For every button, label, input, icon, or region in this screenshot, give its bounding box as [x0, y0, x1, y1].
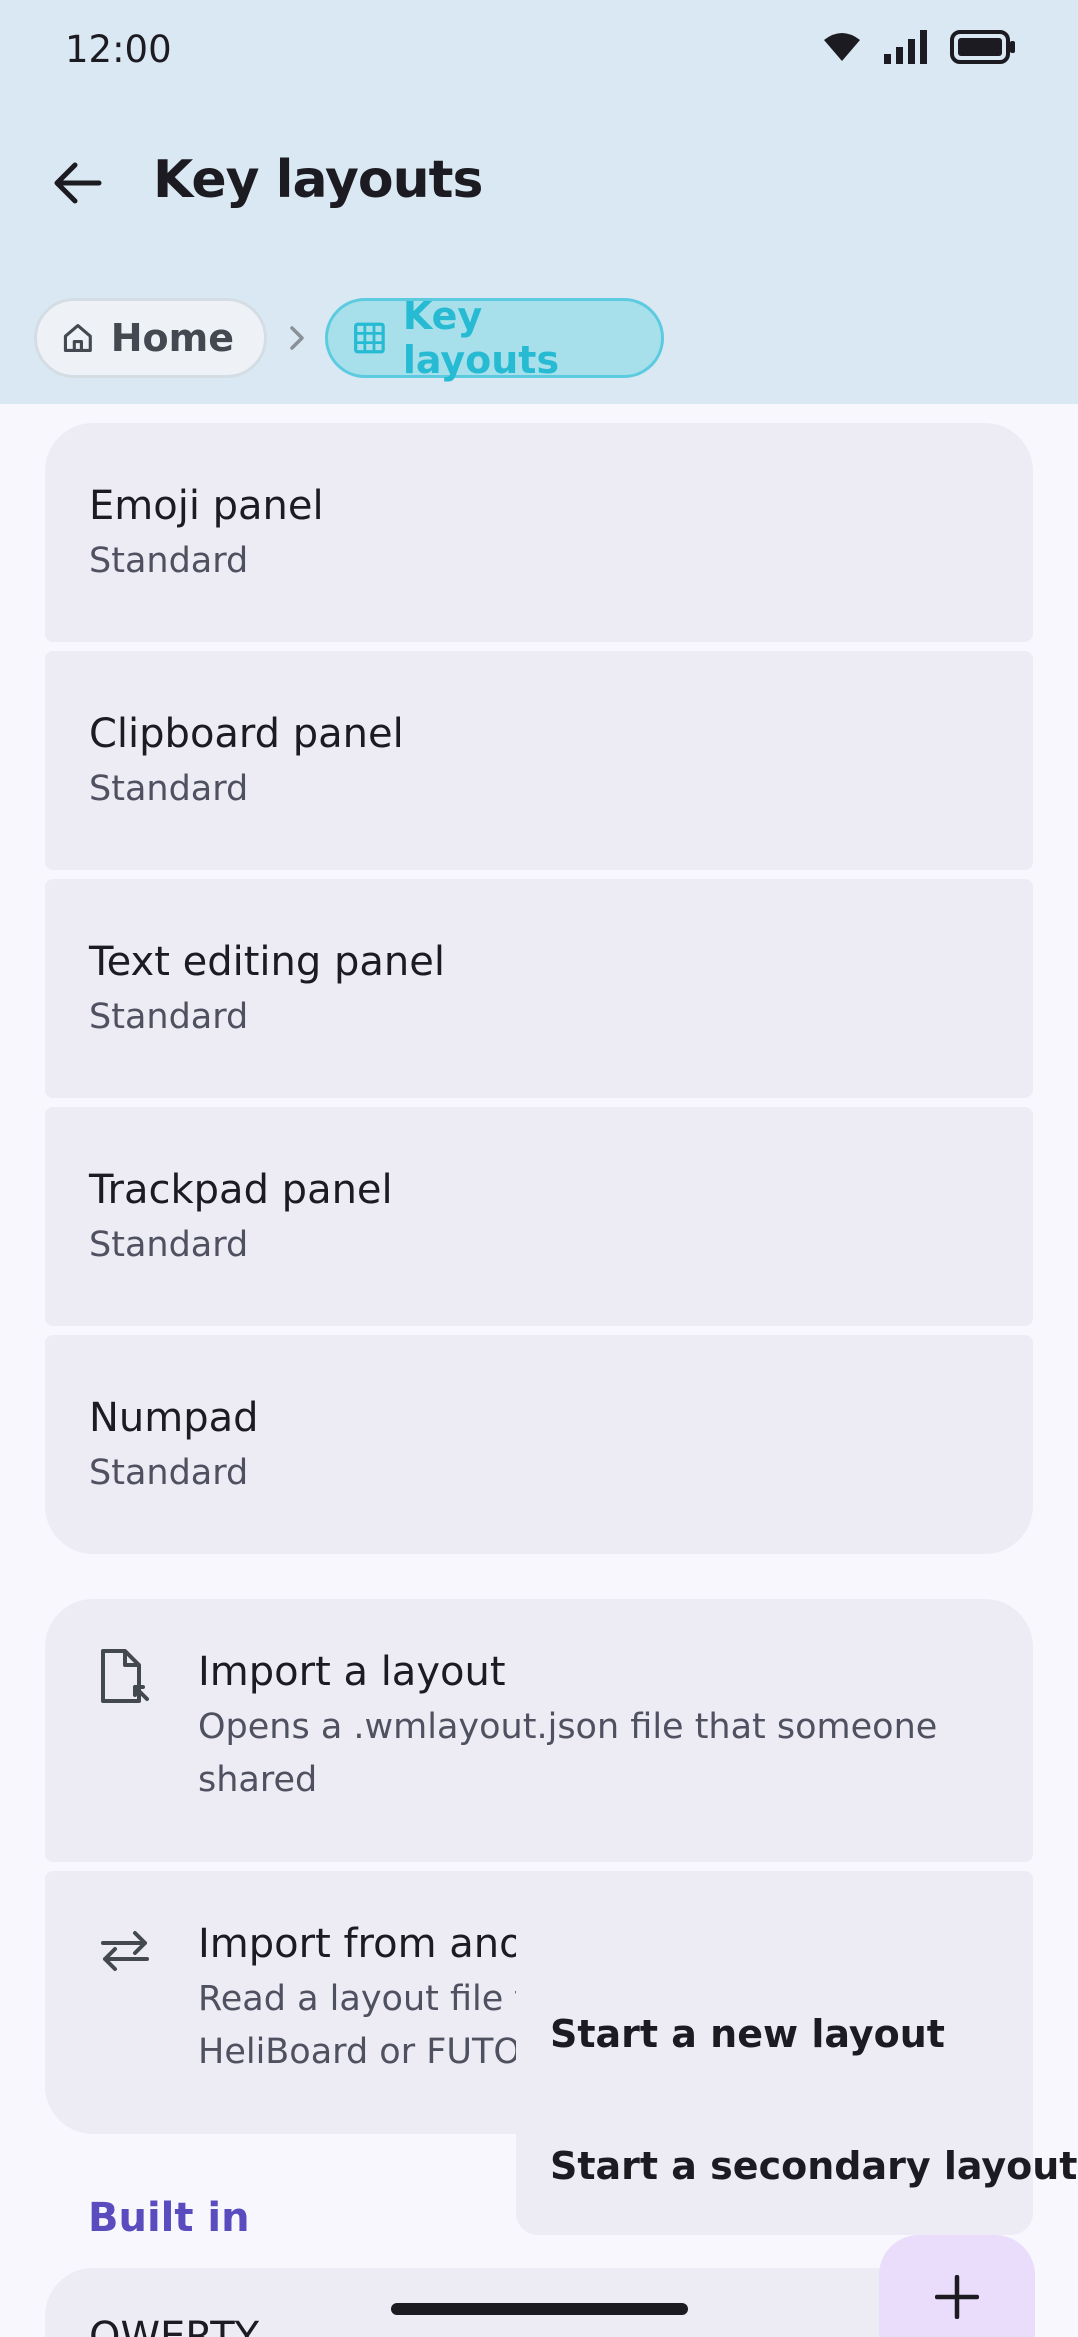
list-item-subtitle: Standard — [89, 769, 249, 809]
home-indicator[interactable] — [391, 2303, 688, 2315]
import-layout-item[interactable]: Import a layout Opens a .wmlayout.json f… — [45, 1599, 1033, 1862]
wifi-icon — [824, 33, 860, 61]
add-icon — [935, 2275, 979, 2319]
section-header-built-in: Built in — [88, 2195, 250, 2241]
list-item-subtitle: Standard — [89, 1225, 249, 1265]
import-from-other-app-title: Import from ano — [198, 1921, 524, 1967]
add-layout-fab[interactable] — [879, 2235, 1035, 2337]
list-item-subtitle: Standard — [89, 1453, 249, 1493]
breadcrumb-home[interactable]: Home — [34, 298, 267, 378]
menu-item-start-secondary-layout[interactable]: Start a secondary layout — [550, 2144, 1077, 2188]
file-import-icon — [101, 1649, 149, 1703]
page-title: Key layouts — [153, 150, 483, 210]
grid-icon — [354, 322, 385, 354]
chevron-right-icon — [290, 326, 304, 350]
status-time: 12:00 — [65, 28, 172, 71]
menu-item-start-new-layout[interactable]: Start a new layout — [550, 2012, 945, 2056]
list-item-title: Emoji panel — [89, 483, 324, 529]
breadcrumb-key-layouts-label: Key layouts — [402, 294, 560, 382]
new-layout-menu: Start a new layout Start a secondary lay… — [516, 1928, 1077, 2235]
list-item-clipboard-panel[interactable]: Clipboard panel Standard — [45, 651, 1033, 870]
list-item-subtitle: Standard — [89, 997, 249, 1037]
top-app-bar: 12:00 Key layouts Home Key layouts — [0, 0, 1078, 404]
breadcrumb-home-label: Home — [110, 316, 234, 360]
list-item-emoji-panel[interactable]: Emoji panel Standard — [45, 423, 1033, 642]
import-layout-description: Opens a .wmlayout.json file that someone… — [198, 1707, 938, 1800]
signal-icon — [884, 30, 927, 64]
battery-icon — [950, 30, 1015, 64]
list-item-title: Trackpad panel — [89, 1167, 393, 1213]
back-button[interactable] — [40, 145, 116, 221]
breadcrumb-key-layouts[interactable]: Key layouts — [325, 294, 664, 382]
list-item-subtitle: Standard — [89, 541, 249, 581]
list-item-trackpad-panel[interactable]: Trackpad panel Standard — [45, 1107, 1033, 1326]
list-item-title: Clipboard panel — [89, 711, 404, 757]
list-item-numpad[interactable]: Numpad Standard — [45, 1335, 1033, 1554]
list-item-title: Numpad — [89, 1395, 259, 1441]
list-item-title: QWERTY — [89, 2314, 260, 2337]
swap-arrows-icon — [101, 1931, 149, 1971]
import-layout-title: Import a layout — [198, 1649, 506, 1695]
list-item-title: Text editing panel — [89, 939, 445, 985]
status-icons — [822, 30, 1016, 64]
home-icon — [63, 324, 92, 352]
arrow-back-icon — [54, 162, 102, 204]
list-item-text-editing-panel[interactable]: Text editing panel Standard — [45, 879, 1033, 1098]
